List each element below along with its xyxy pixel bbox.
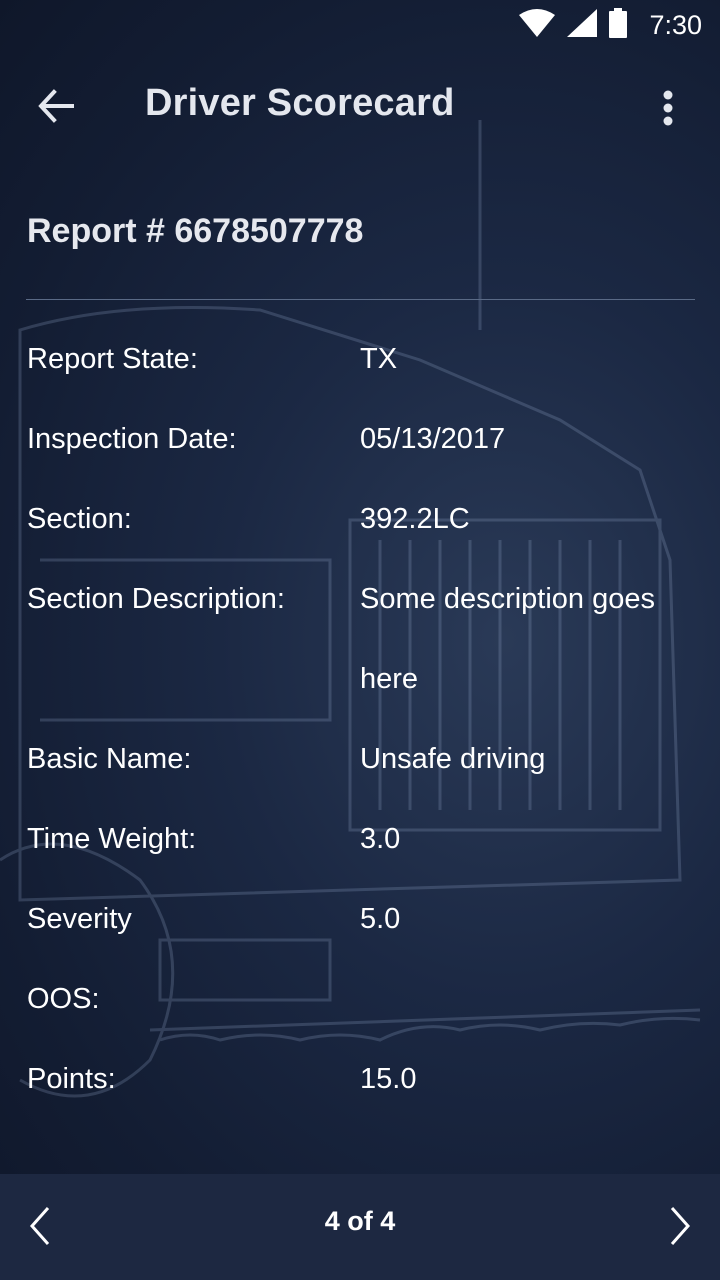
more-vert-icon [663, 90, 673, 126]
detail-label: Severity [27, 903, 132, 935]
detail-label: Basic Name: [27, 743, 192, 775]
signal-icon [567, 8, 598, 42]
scorecard-screen: 7:30 Driver Scorecard Report # 667850777… [0, 0, 720, 1280]
status-bar: 7:30 [0, 0, 720, 50]
detail-row-inspection-date: Inspection Date: 05/13/2017 [27, 399, 697, 479]
detail-value: 5.0 [360, 903, 401, 935]
status-time: 7:30 [649, 9, 702, 40]
detail-row-time-weight: Time Weight: 3.0 [27, 799, 697, 879]
page-indicator: 4 of 4 [324, 1206, 396, 1236]
detail-label: Section Description: [27, 583, 285, 615]
detail-row-severity: Severity 5.0 [27, 879, 697, 959]
detail-label: Points: [27, 1063, 116, 1095]
next-page-button[interactable] [650, 1196, 710, 1256]
detail-value: 3.0 [360, 823, 401, 855]
chevron-right-icon [670, 1207, 691, 1245]
app-bar: Driver Scorecard [0, 58, 720, 154]
detail-value: TX [360, 343, 398, 375]
detail-label: OOS: [27, 983, 100, 1015]
detail-row-report-state: Report State: TX [27, 319, 697, 399]
report-details: Report State: TX Inspection Date: 05/13/… [27, 319, 697, 1119]
detail-row-section: Section: 392.2LC [27, 479, 697, 559]
status-icons: 7:30 [519, 7, 702, 43]
detail-row-points: Points: 15.0 [27, 1039, 697, 1119]
detail-value: Some description goes here [360, 583, 655, 695]
detail-row-basic-name: Basic Name: Unsafe driving [27, 719, 697, 799]
overflow-menu-button[interactable] [640, 80, 696, 136]
wifi-icon [519, 8, 556, 42]
detail-value: Unsafe driving [360, 743, 546, 775]
detail-row-oos: OOS: [27, 959, 697, 1039]
divider [26, 299, 695, 300]
detail-value: 15.0 [360, 1063, 417, 1095]
detail-label: Inspection Date: [27, 423, 237, 455]
detail-label: Time Weight: [27, 823, 197, 855]
battery-icon [609, 7, 628, 43]
back-button[interactable] [26, 76, 86, 136]
arrow-back-icon [38, 89, 74, 123]
detail-label: Report State: [27, 343, 198, 375]
pager-bar: 4 of 4 [0, 1174, 720, 1280]
detail-value: 05/13/2017 [360, 423, 506, 455]
report-number: Report # 6678507778 [27, 212, 364, 250]
detail-label: Section: [27, 503, 132, 535]
detail-value: 392.2LC [360, 503, 470, 535]
detail-row-section-description: Section Description: Some description go… [27, 559, 697, 719]
page-title: Driver Scorecard [145, 82, 455, 124]
